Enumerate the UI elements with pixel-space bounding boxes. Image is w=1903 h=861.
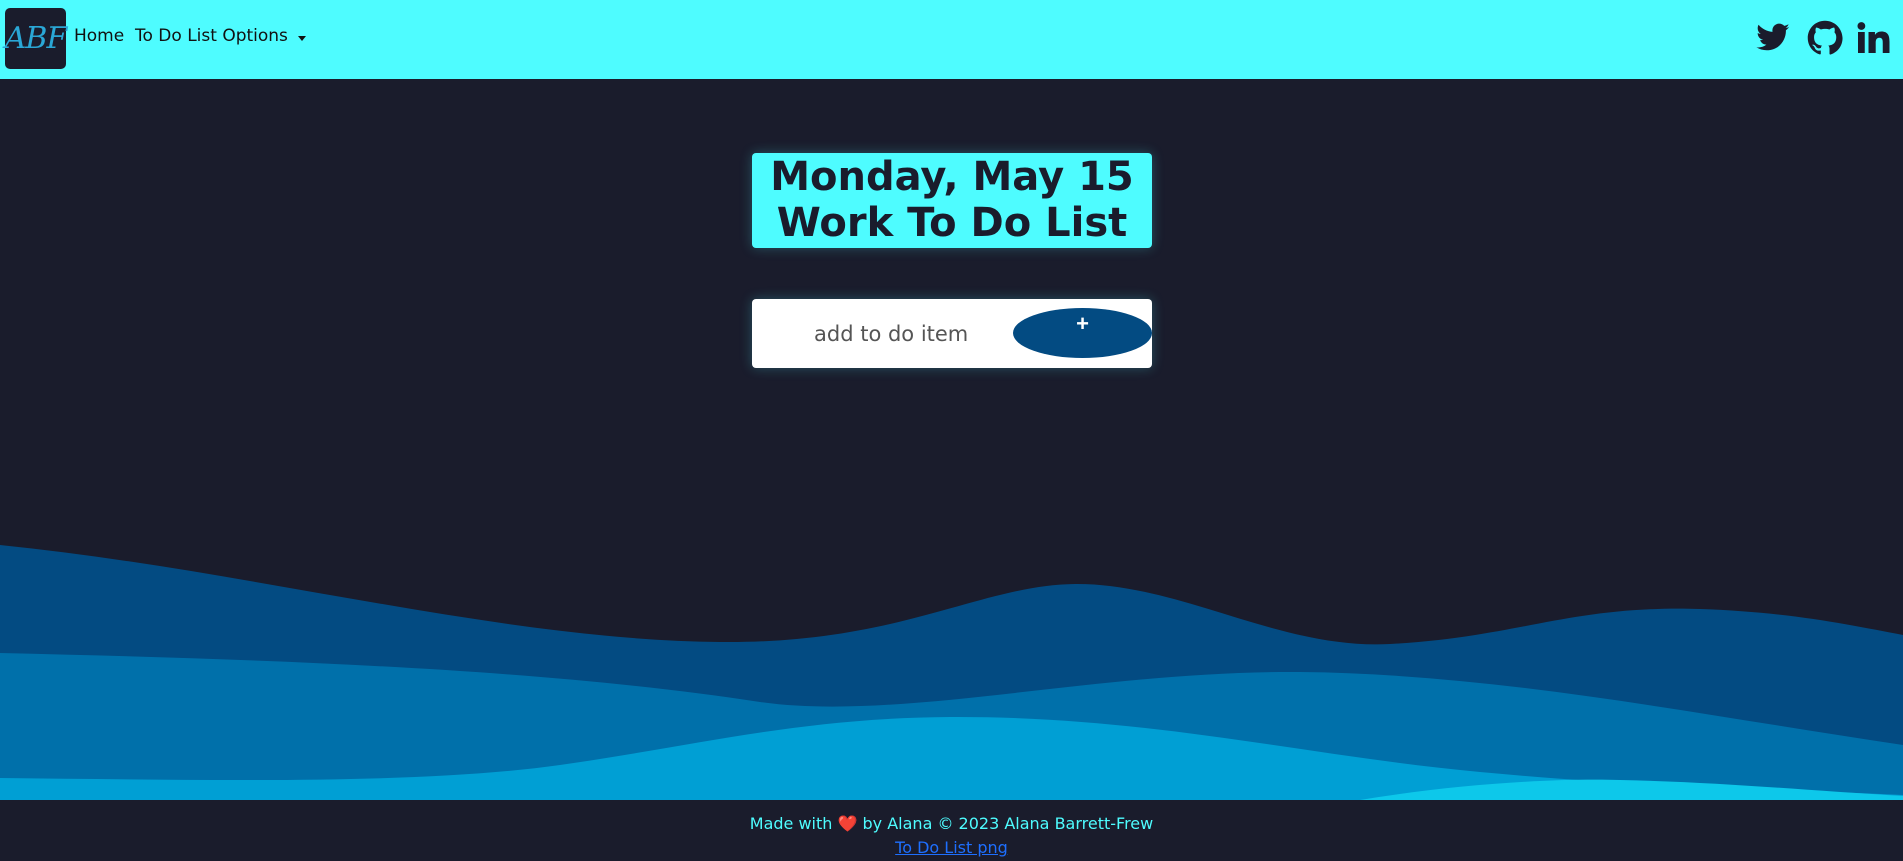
heart-icon: ❤️ [837, 814, 858, 833]
nav-todo-options-dropdown[interactable]: To Do List Options [135, 26, 288, 46]
github-icon[interactable] [1807, 20, 1843, 56]
abf-logo[interactable]: ABF [5, 8, 67, 69]
chevron-down-icon[interactable] [298, 36, 306, 41]
footer-credit: Made with ❤️ by Alana © 2023 Alana Barre… [0, 814, 1903, 833]
footer: Made with ❤️ by Alana © 2023 Alana Barre… [0, 800, 1903, 861]
linkedin-icon[interactable] [1855, 20, 1891, 56]
list-name-heading: Work To Do List [776, 200, 1128, 246]
footer-author: by Alana © 2023 Alana Barrett-Frew [862, 814, 1154, 833]
nav-home-link[interactable]: Home [74, 26, 124, 46]
footer-made-with: Made with [749, 814, 833, 833]
add-item-form: + [752, 299, 1152, 368]
footer-png-link[interactable]: To Do List png [0, 838, 1903, 857]
date-heading: Monday, May 15 [770, 154, 1134, 200]
wave-decoration [0, 545, 1903, 800]
add-item-button[interactable]: + [1013, 308, 1152, 358]
navbar: ABF Home To Do List Options [0, 0, 1903, 79]
list-title-card: Monday, May 15 Work To Do List [752, 153, 1152, 248]
twitter-icon[interactable] [1755, 20, 1791, 56]
add-item-input[interactable] [792, 313, 1016, 355]
